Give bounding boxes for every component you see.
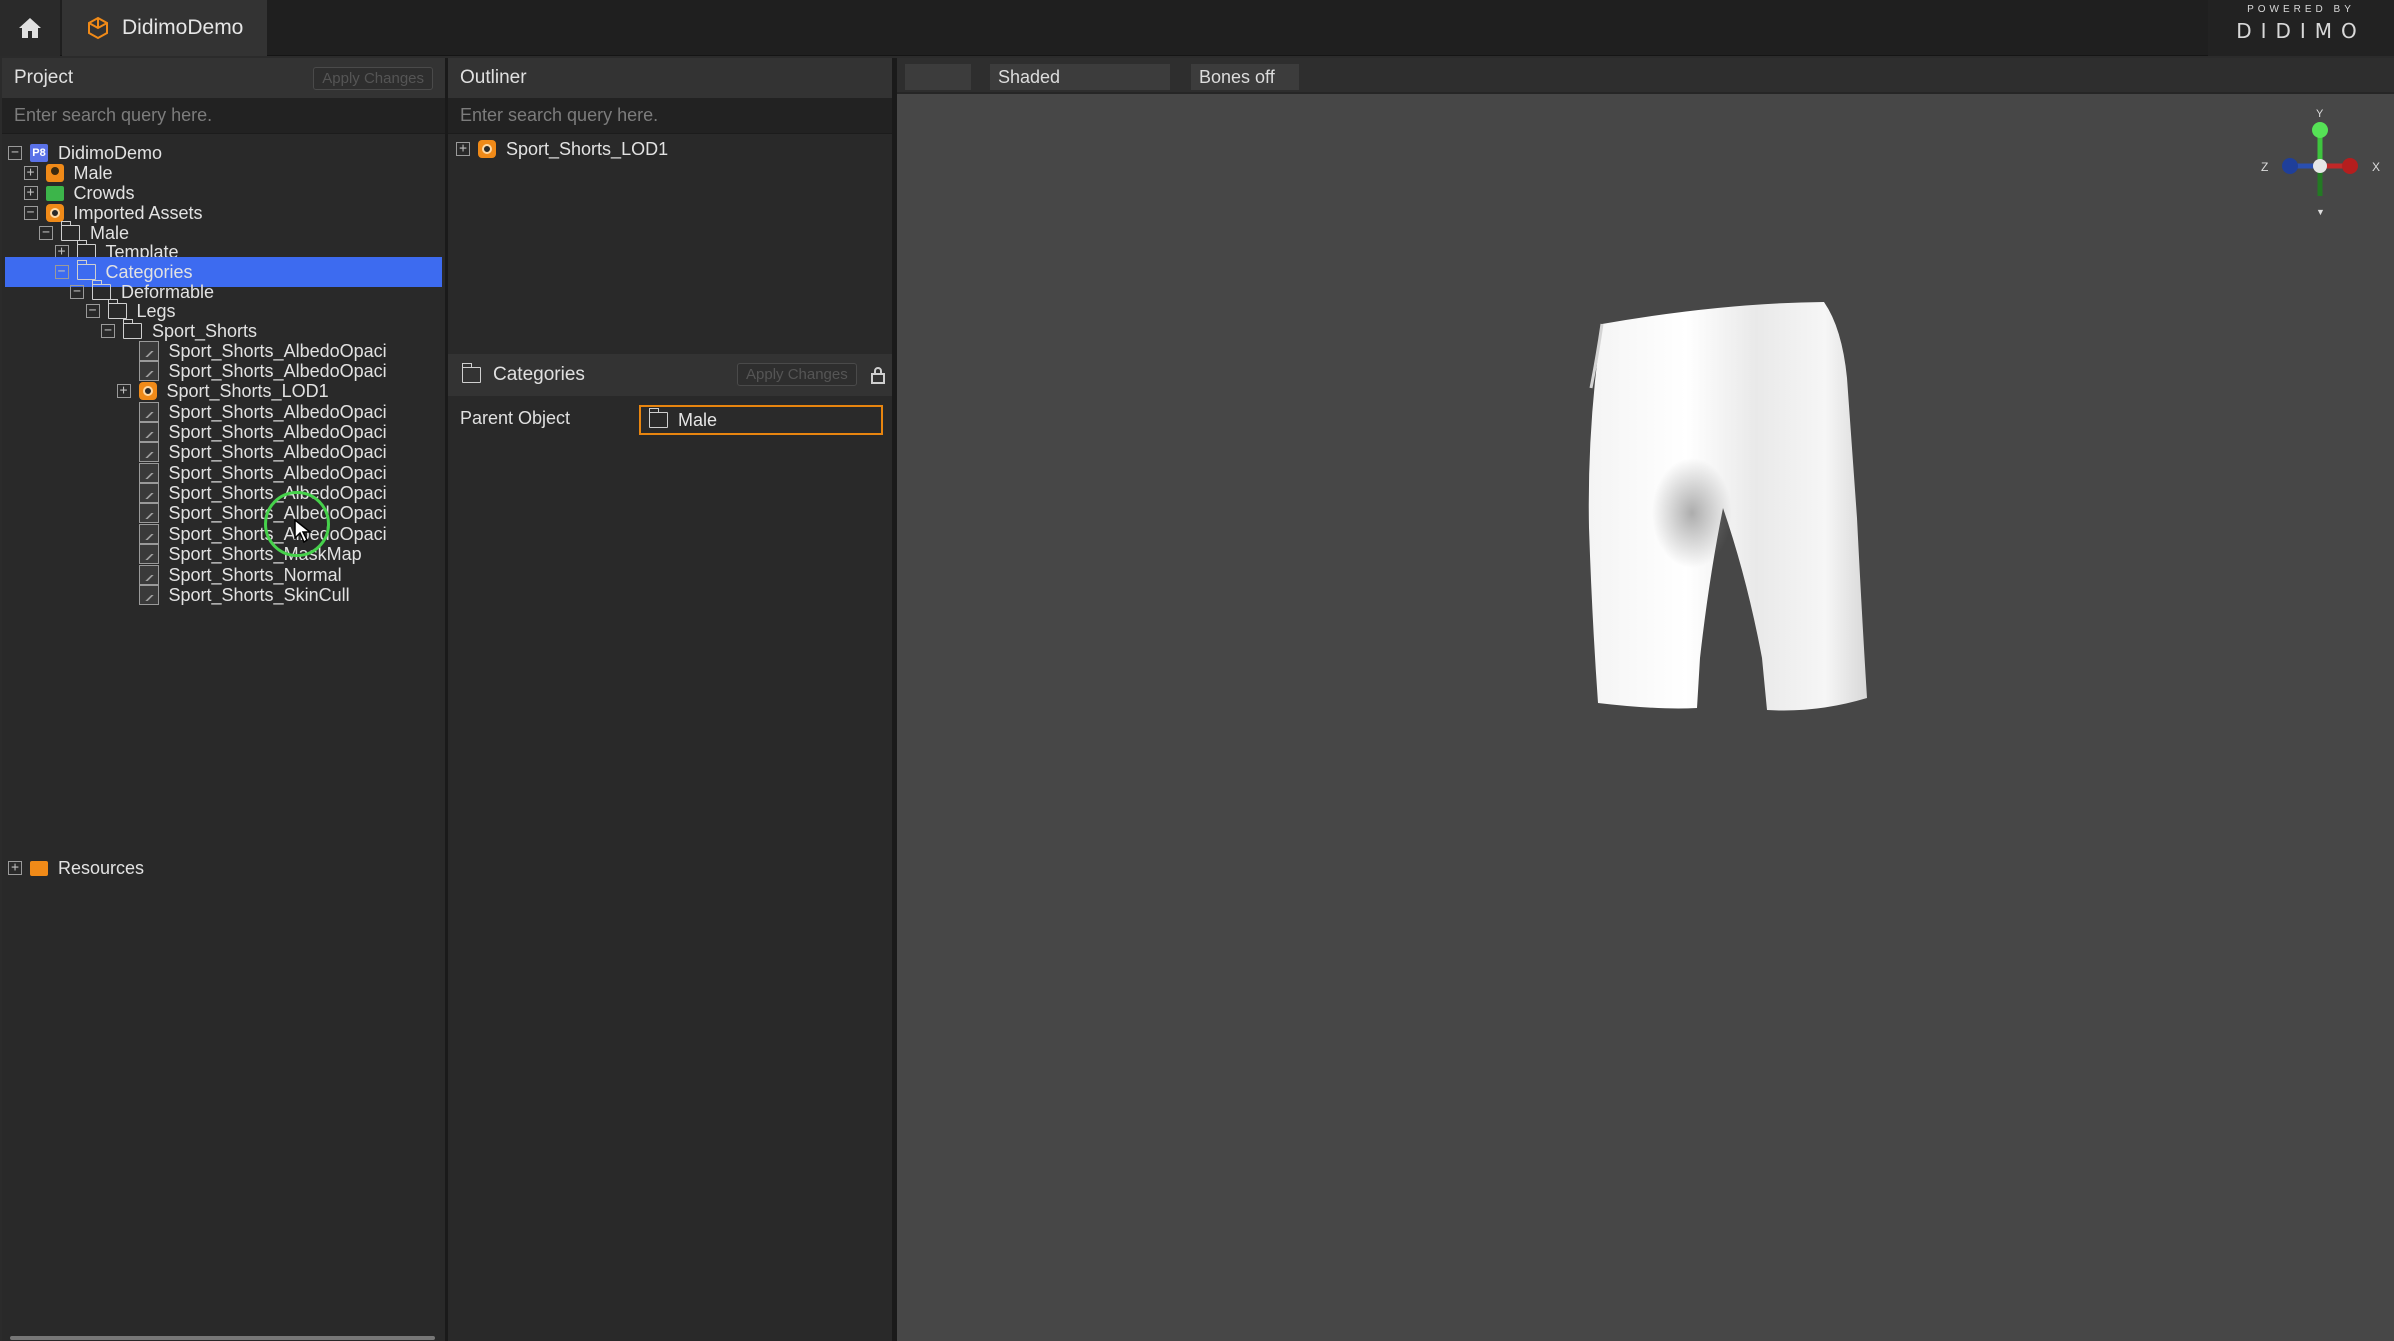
gizmo-down-marker: ▼ xyxy=(2316,207,2325,217)
lock-icon[interactable] xyxy=(871,366,885,384)
tree-item[interactable]: Sport_Shorts_SkinCull xyxy=(117,580,350,610)
expand-toggle[interactable]: − xyxy=(8,146,22,160)
outliner-panel: Outliner Enter search query here. + Spor… xyxy=(448,58,892,1341)
brand-logo: DIDIMO xyxy=(2236,19,2366,43)
expand-toggle[interactable]: − xyxy=(39,226,53,240)
parent-object-field[interactable]: Male xyxy=(639,405,883,435)
project-title: Project xyxy=(14,67,74,88)
outliner-title: Outliner xyxy=(460,67,527,88)
expand-toggle[interactable]: − xyxy=(54,265,69,279)
properties-header: Categories Apply Changes xyxy=(448,354,892,396)
outliner-item[interactable]: + Sport_Shorts_LOD1 xyxy=(456,134,668,164)
bones-toggle[interactable]: Bones off xyxy=(1191,64,1299,90)
app-tab[interactable]: DidimoDemo xyxy=(62,0,267,56)
gizmo-z-label: Z xyxy=(2261,160,2268,174)
shorts-model[interactable] xyxy=(897,58,2394,1341)
folder-icon xyxy=(649,408,668,428)
expand-toggle[interactable]: − xyxy=(101,324,115,338)
tree-item-resources[interactable]: + Resources xyxy=(8,853,144,883)
project-panel: Project Apply Changes Enter search query… xyxy=(2,58,445,1341)
camera-select[interactable] xyxy=(905,64,971,90)
parent-object-value: Male xyxy=(678,409,718,430)
texture-icon xyxy=(138,585,159,605)
parent-object-label: Parent Object xyxy=(460,408,571,428)
outliner-header: Outliner xyxy=(448,58,892,98)
viewport-toolbar: Shaded Bones off xyxy=(897,58,2394,94)
mesh-icon xyxy=(478,140,496,158)
powered-by-text: POWERED BY xyxy=(2247,4,2355,15)
shading-select[interactable]: Shaded xyxy=(990,64,1170,90)
home-button[interactable] xyxy=(0,0,60,56)
outliner-item-label: Sport_Shorts_LOD1 xyxy=(506,138,669,159)
expand-toggle[interactable]: − xyxy=(85,304,100,318)
project-apply-button[interactable]: Apply Changes xyxy=(313,66,433,90)
orientation-gizmo[interactable]: Y X Z ▼ xyxy=(2255,108,2385,228)
horizontal-scrollbar[interactable] xyxy=(10,1336,435,1340)
project-header: Project Apply Changes xyxy=(2,58,445,98)
resources-icon xyxy=(30,860,48,876)
outliner-search-input[interactable]: Enter search query here. xyxy=(448,98,892,134)
cube-icon xyxy=(88,16,108,40)
project-search-input[interactable]: Enter search query here. xyxy=(2,98,445,134)
powered-by-logo: POWERED BY DIDIMO xyxy=(2208,0,2394,56)
mouse-cursor-icon xyxy=(294,518,313,544)
tree-item-label: Resources xyxy=(58,857,145,878)
top-bar xyxy=(0,0,2394,56)
gizmo-y-label: Y xyxy=(2316,108,2324,120)
expand-toggle[interactable]: + xyxy=(456,142,470,156)
app-tab-title: DidimoDemo xyxy=(122,16,244,39)
properties-title: Categories xyxy=(493,364,585,385)
expand-toggle[interactable]: − xyxy=(23,206,38,220)
expand-toggle[interactable]: + xyxy=(116,384,131,398)
expand-toggle[interactable]: − xyxy=(70,285,84,299)
tree-item-label: Sport_Shorts_SkinCull xyxy=(168,584,350,605)
expand-toggle[interactable]: + xyxy=(8,861,22,875)
home-icon xyxy=(19,18,41,38)
folder-icon xyxy=(462,363,481,383)
properties-apply-button[interactable]: Apply Changes xyxy=(737,363,857,386)
gizmo-x-label: X xyxy=(2372,160,2380,174)
viewport[interactable]: Y X Z ▼ xyxy=(897,58,2394,1341)
